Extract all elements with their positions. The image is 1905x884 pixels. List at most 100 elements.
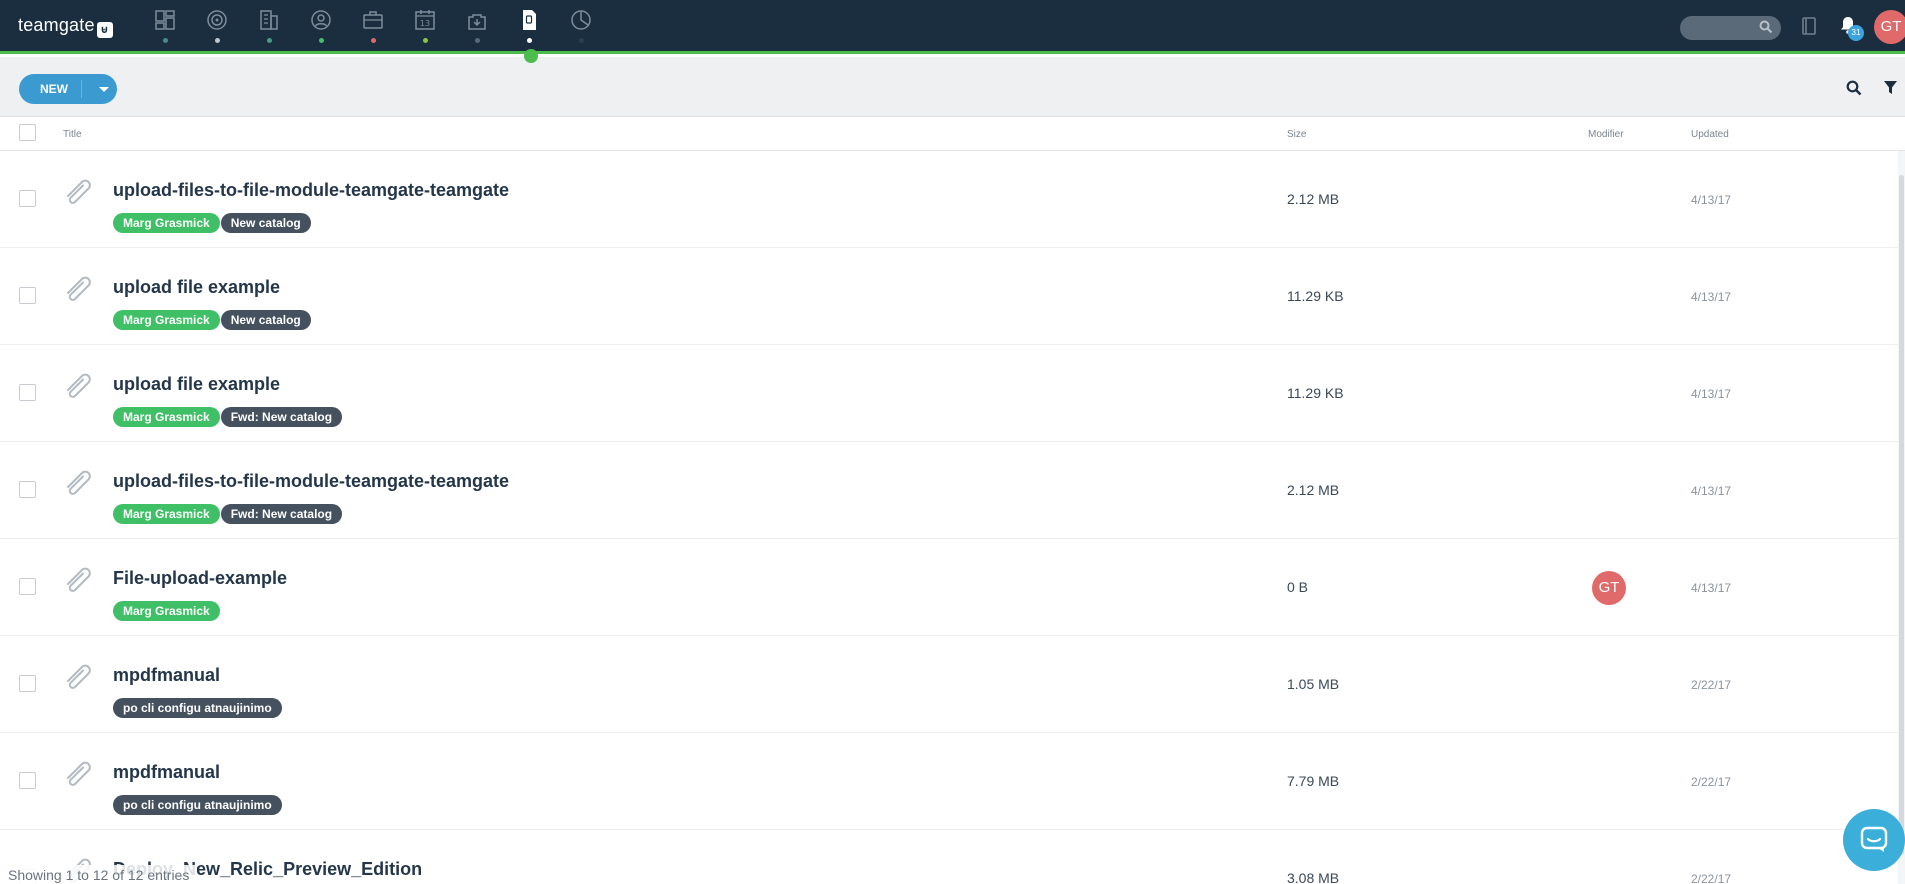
file-size: 0 B bbox=[1287, 579, 1309, 595]
file-updated-date: 4/13/17 bbox=[1691, 193, 1732, 207]
inbox-download-icon[interactable] bbox=[465, 8, 491, 34]
people-contact-icon[interactable] bbox=[309, 8, 335, 34]
file-tag[interactable]: Marg Grasmick bbox=[113, 213, 220, 233]
deals-briefcase-status-dot bbox=[371, 38, 376, 43]
file-title-link[interactable]: mpdfmanual bbox=[113, 762, 220, 783]
column-header-updated[interactable]: Updated bbox=[1691, 129, 1729, 140]
table-row[interactable]: upload-files-to-file-module-teamgate-tea… bbox=[0, 442, 1900, 539]
table-row[interactable]: upload file example Marg Grasmick New cata… bbox=[0, 248, 1900, 345]
file-updated-date: 4/13/17 bbox=[1691, 387, 1732, 401]
row-checkbox[interactable] bbox=[19, 384, 36, 401]
table-row[interactable]: upload file example Marg Grasmick Fwd: New… bbox=[0, 345, 1900, 442]
file-updated-date: 4/13/17 bbox=[1691, 290, 1732, 304]
file-tags: Marg Grasmick bbox=[113, 601, 221, 621]
table-row[interactable]: mpdfmanual po cli configu atnaujinimo 7.79… bbox=[0, 733, 1900, 830]
filter-icon[interactable] bbox=[1883, 80, 1898, 100]
modifier-avatar[interactable]: GT bbox=[1592, 571, 1626, 605]
search-icon bbox=[1759, 20, 1773, 39]
people-contact-status-dot bbox=[319, 38, 324, 43]
attachment-paperclip-icon bbox=[62, 370, 94, 403]
deals-briefcase-icon[interactable] bbox=[361, 8, 387, 34]
attachment-paperclip-icon bbox=[62, 176, 94, 209]
column-header-modifier[interactable]: Modifier bbox=[1588, 129, 1624, 140]
dashboard-status-dot bbox=[163, 38, 168, 43]
attachment-paperclip-icon bbox=[62, 273, 94, 306]
table-row[interactable]: mpdfmanual po cli configu atnaujinimo 1.05… bbox=[0, 636, 1900, 733]
row-checkbox[interactable] bbox=[19, 481, 36, 498]
logo-mark-icon: ⊌ bbox=[96, 22, 113, 38]
file-title-link[interactable]: File-upload-example bbox=[113, 568, 287, 589]
new-dropdown-caret-icon[interactable] bbox=[99, 87, 109, 92]
select-all-checkbox[interactable] bbox=[19, 124, 36, 141]
notification-count-badge: 31 bbox=[1848, 25, 1864, 41]
attachment-paperclip-icon bbox=[62, 758, 94, 791]
row-checkbox[interactable] bbox=[19, 675, 36, 692]
file-size: 1.05 MB bbox=[1287, 676, 1340, 692]
file-tag[interactable]: Marg Grasmick bbox=[113, 407, 220, 427]
row-checkbox[interactable] bbox=[19, 578, 36, 595]
file-tag[interactable]: po cli configu atnaujinimo bbox=[113, 795, 282, 815]
logo-text: teamgate bbox=[18, 15, 95, 35]
file-updated-date: 2/22/17 bbox=[1691, 678, 1732, 692]
companies-building-icon[interactable] bbox=[257, 8, 283, 34]
row-checkbox[interactable] bbox=[19, 772, 36, 789]
table-row[interactable]: upload-files-to-file-module-teamgate-tea… bbox=[0, 151, 1900, 248]
attachment-paperclip-icon bbox=[62, 467, 94, 500]
global-search-input[interactable] bbox=[1680, 16, 1781, 40]
calendar-icon[interactable]: 13 bbox=[413, 8, 439, 34]
attachment-paperclip-icon bbox=[62, 661, 94, 694]
chat-icon bbox=[1860, 826, 1888, 852]
new-button-label: NEW bbox=[40, 82, 68, 96]
table-row[interactable]: File-upload-example Marg Grasmick 0 B GT 4/1… bbox=[0, 539, 1900, 636]
attachment-paperclip-icon bbox=[62, 564, 94, 597]
app-logo[interactable]: teamgate ⊌ bbox=[18, 15, 113, 38]
chat-support-button[interactable] bbox=[1843, 809, 1905, 871]
file-tag[interactable]: Fwd: New catalog bbox=[220, 504, 343, 524]
file-size: 2.12 MB bbox=[1287, 482, 1340, 498]
column-header-title[interactable]: Title bbox=[63, 129, 82, 140]
file-size: 7.79 MB bbox=[1287, 773, 1340, 789]
row-checkbox[interactable] bbox=[19, 190, 36, 207]
file-tags: po cli configu atnaujinimo bbox=[113, 698, 283, 718]
file-tag[interactable]: Fwd: New catalog bbox=[220, 407, 343, 427]
file-tags: Marg Grasmick Fwd: New catalog bbox=[113, 407, 343, 427]
leads-target-status-dot bbox=[215, 38, 220, 43]
file-title-link[interactable]: upload file example bbox=[113, 374, 280, 395]
row-checkbox[interactable] bbox=[19, 287, 36, 304]
files-document-icon[interactable] bbox=[517, 8, 543, 34]
file-size: 2.12 MB bbox=[1287, 191, 1340, 207]
leads-target-icon[interactable] bbox=[205, 8, 231, 34]
reports-pie-icon[interactable] bbox=[569, 8, 595, 34]
file-updated-date: 2/22/17 bbox=[1691, 775, 1732, 789]
file-updated-date: 4/13/17 bbox=[1691, 484, 1732, 498]
file-tag[interactable]: New catalog bbox=[220, 310, 311, 330]
companies-building-status-dot bbox=[267, 38, 272, 43]
file-title-link[interactable]: upload-files-to-file-module-teamgate-tea… bbox=[113, 471, 509, 492]
file-size: 11.29 KB bbox=[1287, 385, 1344, 401]
dashboard-icon[interactable] bbox=[153, 8, 179, 34]
file-tag[interactable]: Marg Grasmick bbox=[113, 310, 220, 330]
book-icon[interactable] bbox=[1800, 16, 1818, 41]
new-button[interactable]: NEW bbox=[19, 74, 117, 104]
file-tag[interactable]: Marg Grasmick bbox=[113, 601, 220, 621]
file-title-link[interactable]: upload-files-to-file-module-teamgate-tea… bbox=[113, 180, 509, 201]
file-tag[interactable]: Marg Grasmick bbox=[113, 504, 220, 524]
file-size: 3.08 MB bbox=[1287, 870, 1340, 884]
file-tag[interactable]: po cli configu atnaujinimo bbox=[113, 698, 282, 718]
entries-count: Showing 1 to 12 of 12 entries bbox=[0, 865, 198, 884]
file-size: 11.29 KB bbox=[1287, 288, 1344, 304]
file-tag[interactable]: New catalog bbox=[220, 213, 311, 233]
list-scrollbar-thumb[interactable] bbox=[1899, 175, 1904, 855]
user-avatar[interactable]: GT bbox=[1874, 10, 1905, 44]
table-header: Title Size Modifier Updated bbox=[0, 118, 1905, 151]
file-tags: po cli configu atnaujinimo bbox=[113, 795, 283, 815]
new-button-divider bbox=[81, 80, 82, 98]
column-header-size[interactable]: Size bbox=[1287, 129, 1306, 140]
file-title-link[interactable]: mpdfmanual bbox=[113, 665, 220, 686]
list-search-icon[interactable] bbox=[1846, 80, 1862, 101]
file-title-link[interactable]: upload file example bbox=[113, 277, 280, 298]
calendar-status-dot bbox=[423, 38, 428, 43]
table-row[interactable]: Deploy_New_Relic_Preview_Edition 3.08 MB 2… bbox=[0, 830, 1900, 884]
file-tags: Marg Grasmick Fwd: New catalog bbox=[113, 504, 343, 524]
file-updated-date: 2/22/17 bbox=[1691, 872, 1732, 884]
